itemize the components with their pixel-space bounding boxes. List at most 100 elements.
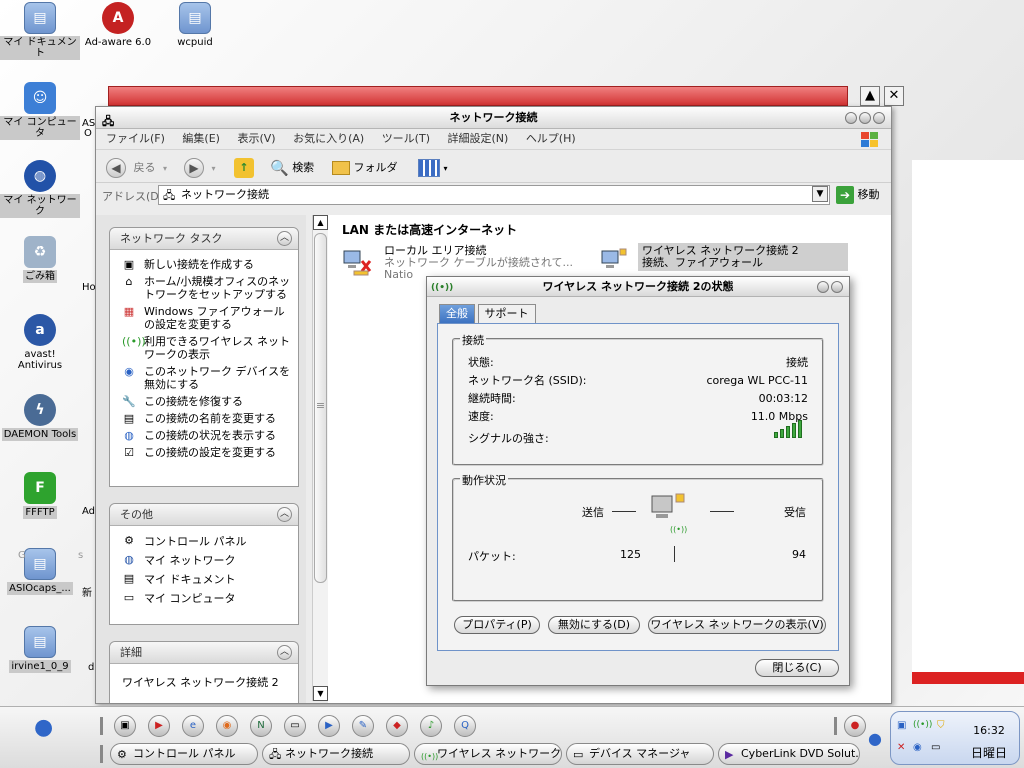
desktop-icon-my-network[interactable]: ◍ マイ ネットワーク [0, 160, 80, 218]
disable-button[interactable]: 無効にする(D) [548, 616, 640, 634]
desktop-icon-daemon-tools[interactable]: ϟ DAEMON Tools [0, 394, 80, 441]
tray-wireless-icon[interactable]: ((•)) [913, 720, 932, 730]
desktop-icon-irvine[interactable]: ▤ irvine1_0_9 [0, 626, 80, 673]
quicklaunch-music-icon[interactable]: ♪ [420, 715, 442, 737]
menu-help[interactable]: ヘルプ(H) [526, 132, 576, 145]
maximize-icon[interactable]: ▲ [860, 86, 880, 106]
desktop-icon-my-documents[interactable]: ▤ マイ ドキュメント [0, 2, 80, 60]
quicklaunch-media-icon[interactable]: ▶ [148, 715, 170, 737]
close-icon[interactable] [873, 112, 885, 124]
link-my-network[interactable]: ◍ マイ ネットワーク [110, 551, 298, 570]
task-status[interactable]: ◍ この接続の状況を表示する [110, 427, 298, 444]
menu-file[interactable]: ファイル(F) [106, 132, 165, 145]
link-control-panel[interactable]: ⚙ コントロール パネル [110, 532, 298, 551]
taskbar-buttons-grip[interactable] [100, 745, 103, 763]
close-icon[interactable]: ✕ [884, 86, 904, 106]
menu-view[interactable]: 表示(V) [237, 132, 275, 145]
menu-favorites[interactable]: お気に入り(A) [293, 132, 364, 145]
tray-network-icon[interactable]: ▣ [897, 720, 906, 731]
forward-button[interactable]: ▶ ▾ [184, 158, 216, 178]
menu-advanced[interactable]: 詳細設定(N) [448, 132, 509, 145]
task-view-wireless[interactable]: ((•)) 利用できるワイヤレス ネットワークの表示 [110, 333, 298, 363]
collapse-icon[interactable]: ︿ [277, 231, 292, 246]
go-button[interactable]: ➔ 移動 [836, 185, 880, 205]
properties-button[interactable]: プロパティ(P) [454, 616, 540, 634]
scroll-up-icon[interactable]: ▲ [313, 215, 328, 230]
quicklaunch-editor-icon[interactable]: ✎ [352, 715, 374, 737]
taskbar-button-control-panel[interactable]: ⚙ コントロール パネル [110, 743, 258, 765]
window-titlebar[interactable]: 🖧 ネットワーク接続 [96, 107, 891, 129]
other-places-header[interactable]: その他 ︿ [110, 504, 298, 526]
dialog-titlebar[interactable]: ((•)) ワイヤレス ネットワーク接続 2の状態 [427, 277, 849, 297]
minimize-icon[interactable] [845, 112, 857, 124]
network-tasks-header[interactable]: ネットワーク タスク ︿ [110, 228, 298, 250]
task-firewall[interactable]: ▦ Windows ファイアウォールの設定を変更する [110, 303, 298, 333]
recv-label: 受信 [784, 506, 806, 519]
desktop-icon-wcpuid[interactable]: ▤ wcpuid [155, 2, 235, 49]
desktop-icon-ffftp[interactable]: F FFFTP [0, 472, 80, 519]
tray-monitor-icon[interactable]: ▭ [931, 742, 940, 753]
quicklaunch-window-icon[interactable]: ▭ [284, 715, 306, 737]
minimize-icon[interactable] [817, 281, 829, 293]
menu-tools[interactable]: ツール(T) [382, 132, 430, 145]
scroll-down-icon[interactable]: ▼ [313, 686, 328, 701]
task-create-connection[interactable]: ▣ 新しい接続を作成する [110, 256, 298, 273]
desktop-icon-my-computer[interactable]: ☺ マイ コンピュータ [0, 82, 80, 140]
quicklaunch-ie-icon[interactable]: e [182, 715, 204, 737]
link-my-computer[interactable]: ▭ マイ コンピュータ [110, 589, 298, 608]
maximize-icon[interactable] [859, 112, 871, 124]
background-window-titlebar[interactable] [108, 86, 848, 106]
taskbar-grip[interactable] [834, 717, 837, 735]
up-folder-button[interactable]: ↑ [234, 158, 254, 178]
task-disable-device[interactable]: ◉ このネットワーク デバイスを無効にする [110, 363, 298, 393]
tray-avast-icon[interactable]: ◉ [913, 742, 922, 753]
address-input[interactable]: 🖧 ネットワーク接続 [158, 185, 830, 205]
tray-shield-icon[interactable]: ⛉ [937, 720, 945, 731]
back-button[interactable]: ◀ 戻る ▾ [106, 158, 167, 178]
apple-icon[interactable]: ● [868, 729, 882, 748]
status-row: 状態: 接続 [468, 356, 808, 369]
dropdown-arrow-icon: ▾ [163, 164, 168, 173]
tray-device-icon[interactable]: ✕ [897, 742, 905, 753]
desktop-icon-recycle-bin[interactable]: ♻ ごみ箱 [0, 236, 80, 283]
clock[interactable]: 16:32 [967, 724, 1011, 737]
view-wireless-networks-button[interactable]: ワイヤレス ネットワークの表示(V) [648, 616, 826, 634]
folders-button[interactable]: フォルダ [332, 158, 398, 178]
task-settings[interactable]: ☑ この接続の設定を変更する [110, 444, 298, 461]
views-button[interactable]: ▾ [418, 158, 448, 178]
quicklaunch-show-desktop-icon[interactable]: ▣ [114, 715, 136, 737]
tray-app-icon[interactable]: ● [844, 715, 866, 737]
address-dropdown-icon[interactable]: ▼ [812, 186, 828, 202]
link-my-documents[interactable]: ▤ マイ ドキュメント [110, 570, 298, 589]
collapse-icon[interactable]: ︿ [277, 507, 292, 522]
taskbar-button-network-connections[interactable]: 🖧 ネットワーク接続 [262, 743, 410, 765]
desktop-icon-avast[interactable]: a avast! Antivirus [0, 314, 80, 372]
taskbar-button-cyberlink[interactable]: ▶ CyberLink DVD Solut... [718, 743, 860, 765]
details-header[interactable]: 詳細 ︿ [110, 642, 298, 664]
quicklaunch-player-icon[interactable]: ▶ [318, 715, 340, 737]
svg-text:((•)): ((•)) [670, 525, 687, 534]
tab-general[interactable]: 全般 [439, 304, 475, 324]
quicklaunch-app-icon[interactable]: ◆ [386, 715, 408, 737]
task-repair[interactable]: 🔧 この接続を修復する [110, 393, 298, 410]
close-button[interactable]: 閉じる(C) [755, 659, 839, 677]
desktop-icon-asiocaps[interactable]: ▤ ASIOcaps_... [0, 548, 80, 595]
quicklaunch-netscape-icon[interactable]: N [250, 715, 272, 737]
start-apple-icon[interactable]: ● [34, 715, 53, 740]
quicklaunch-search-icon[interactable]: Q [454, 715, 476, 737]
tab-support[interactable]: サポート [477, 304, 536, 324]
task-home-network[interactable]: ⌂ ホーム/小規模オフィスのネットワークをセットアップする [110, 273, 298, 303]
menu-edit[interactable]: 編集(E) [182, 132, 220, 145]
search-button[interactable]: 🔍 検索 [270, 158, 314, 178]
task-pane-scrollbar[interactable]: ▲ ≡ ▼ [312, 215, 328, 701]
quicklaunch-grip[interactable] [100, 717, 103, 735]
desktop-icon-ad-aware[interactable]: A Ad-aware 6.0 [78, 2, 158, 49]
task-rename[interactable]: ▤ この接続の名前を変更する [110, 410, 298, 427]
scrollbar-thumb[interactable]: ≡ [314, 233, 327, 583]
maximize-icon[interactable] [831, 281, 843, 293]
collapse-icon[interactable]: ︿ [277, 645, 292, 660]
quicklaunch-firefox-icon[interactable]: ◉ [216, 715, 238, 737]
taskbar-button-device-manager[interactable]: ▭ デバイス マネージャ [566, 743, 714, 765]
ssid-value: corega WL PCC-11 [706, 374, 808, 387]
taskbar-button-wireless-status[interactable]: ((•)) ワイヤレス ネットワーク... [414, 743, 562, 765]
